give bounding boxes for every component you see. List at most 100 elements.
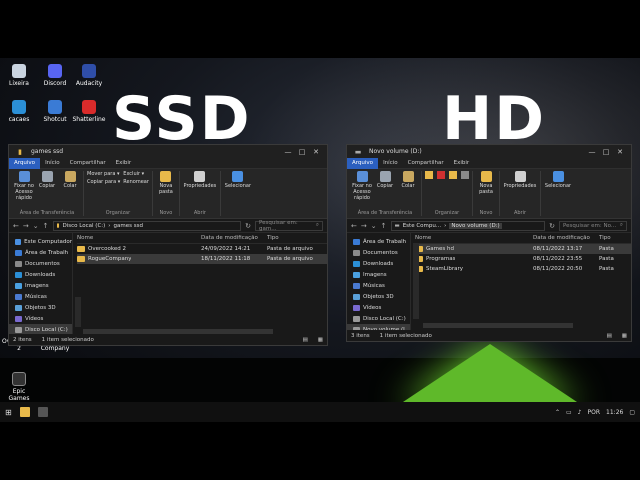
address-bar[interactable]: ▬ Este Compu... › Novo volume (D:) (390, 220, 546, 231)
nav-item-videos[interactable]: Vídeos (9, 313, 72, 324)
rename-button[interactable]: Renomear (123, 179, 149, 185)
column-date[interactable]: Data de modificação (201, 235, 267, 241)
properties-button[interactable]: Propriedades (503, 171, 537, 189)
file-explorer-icon[interactable] (19, 407, 30, 417)
copy-to-icon[interactable] (449, 171, 457, 179)
minimize-button[interactable]: — (585, 148, 599, 156)
desktop-icon-shotcut[interactable]: Shotcut (38, 100, 72, 123)
tab-exibir[interactable]: Exibir (111, 158, 137, 169)
large-icons-view-icon[interactable]: ▦ (318, 337, 323, 343)
clock[interactable]: 11:26 (606, 409, 623, 416)
nav-item-este-computador[interactable]: Este Computador (9, 236, 72, 247)
notifications-icon[interactable]: ▢ (629, 409, 635, 416)
pin-button[interactable]: Fixar no Acesso rápido (14, 171, 34, 201)
nav-item-disco-local[interactable]: Disco Local (C:) (347, 313, 410, 324)
chevron-down-icon[interactable]: ⌄ (33, 222, 39, 230)
column-type[interactable]: Tipo (267, 235, 313, 241)
close-button[interactable]: ✕ (613, 148, 627, 156)
nav-item-downloads[interactable]: Downloads (347, 258, 410, 269)
up-arrow-icon[interactable]: ↑ (43, 222, 49, 230)
minimize-button[interactable]: — (281, 148, 295, 156)
network-icon[interactable]: ▭ (566, 409, 572, 416)
tab-arquivo[interactable]: Arquivo (9, 157, 41, 169)
tab-inicio[interactable]: Início (40, 158, 65, 169)
nav-scrollbar[interactable] (413, 243, 419, 319)
copy-to-button[interactable]: Copiar para ▾ (87, 179, 120, 185)
back-arrow-icon[interactable]: ← (351, 222, 357, 230)
delete-button[interactable]: Excluir ▾ (123, 171, 149, 177)
nav-item-musicas[interactable]: Músicas (9, 291, 72, 302)
select-button[interactable]: Selecionar (224, 171, 252, 189)
new-folder-button[interactable]: Nova pasta (476, 171, 496, 195)
file-row[interactable]: RogueCompany 18/11/2022 11:18 Pasta de a… (77, 254, 327, 264)
breadcrumb-computer[interactable]: Este Compu... (403, 223, 441, 229)
maximize-button[interactable]: □ (295, 148, 309, 156)
nav-item-objetos-3d[interactable]: Objetos 3D (9, 302, 72, 313)
tab-compartilhar[interactable]: Compartilhar (403, 158, 449, 169)
search-input[interactable]: Pesquisar em: No... ⌕ (559, 220, 627, 231)
tab-inicio[interactable]: Início (378, 158, 403, 169)
tab-arquivo[interactable]: Arquivo (347, 157, 379, 169)
desktop-icon-recycle-bin[interactable]: Lixeira (2, 64, 36, 87)
file-row[interactable]: Programas 08/11/2022 23:55 Pasta (415, 254, 631, 264)
column-type[interactable]: Tipo (599, 235, 619, 241)
refresh-icon[interactable]: ↻ (245, 222, 251, 230)
up-arrow-icon[interactable]: ↑ (381, 222, 387, 230)
nav-item-area-de-trabalho[interactable]: Área de Trabalh (347, 236, 410, 247)
nav-scrollbar[interactable] (75, 297, 81, 327)
breadcrumb-folder[interactable]: games ssd (114, 223, 143, 229)
rename-icon[interactable] (461, 171, 469, 179)
move-to-icon[interactable] (425, 171, 433, 179)
nav-item-documentos[interactable]: Documentos (9, 258, 72, 269)
close-button[interactable]: ✕ (309, 148, 323, 156)
file-row[interactable]: Overcooked 2 24/09/2022 14:21 Pasta de a… (77, 244, 327, 254)
search-input[interactable]: Pesquisar em: gam... ⌕ (255, 220, 323, 232)
address-bar[interactable]: ▮ Disco Local (C:) › games ssd (52, 220, 242, 231)
pin-button[interactable]: Fixar no Acesso rápido (352, 171, 372, 201)
forward-arrow-icon[interactable]: → (23, 222, 29, 230)
large-icons-view-icon[interactable]: ▦ (622, 333, 627, 339)
paste-button[interactable]: Colar (60, 171, 80, 189)
language-indicator[interactable]: POR (588, 409, 601, 416)
column-date[interactable]: Data de modificação (533, 235, 599, 241)
new-folder-button[interactable]: Nova pasta (156, 171, 176, 195)
nav-item-videos[interactable]: Vídeos (347, 302, 410, 313)
forward-arrow-icon[interactable]: → (361, 222, 367, 230)
nav-item-downloads[interactable]: Downloads (9, 269, 72, 280)
delete-icon[interactable] (437, 171, 445, 179)
tab-exibir[interactable]: Exibir (449, 158, 475, 169)
details-view-icon[interactable]: ▤ (607, 333, 612, 339)
desktop-icon-audacity[interactable]: Audacity (72, 64, 106, 87)
copy-button[interactable]: Copiar (375, 171, 395, 189)
desktop-icon-discord[interactable]: Discord (38, 64, 72, 87)
move-to-button[interactable]: Mover para ▾ (87, 171, 120, 177)
nav-item-imagens[interactable]: Imagens (9, 280, 72, 291)
select-button[interactable]: Selecionar (544, 171, 572, 189)
nav-item-area-de-trabalho[interactable]: Área de Trabalh (9, 247, 72, 258)
properties-button[interactable]: Propriedades (183, 171, 217, 189)
nav-item-objetos-3d[interactable]: Objetos 3D (347, 291, 410, 302)
column-name[interactable]: Nome (77, 235, 201, 241)
file-row[interactable]: Games hd 08/11/2022 13:17 Pasta (415, 244, 631, 254)
nav-item-imagens[interactable]: Imagens (347, 269, 410, 280)
taskbar-app-icon[interactable] (37, 407, 48, 417)
desktop-icon-shatterline[interactable]: Shatterline (72, 100, 106, 123)
nav-item-documentos[interactable]: Documentos (347, 247, 410, 258)
volume-icon[interactable]: ♪ (578, 409, 582, 416)
desktop-icon-cacaes[interactable]: cacaes (2, 100, 36, 123)
column-name[interactable]: Nome (415, 235, 533, 241)
paste-button[interactable]: Colar (398, 171, 418, 189)
start-windows-icon[interactable]: ⊞ (5, 408, 12, 417)
breadcrumb-volume[interactable]: Novo volume (D:) (449, 222, 502, 229)
back-arrow-icon[interactable]: ← (13, 222, 19, 230)
horizontal-scrollbar[interactable] (423, 323, 573, 328)
file-row[interactable]: SteamLibrary 08/11/2022 20:50 Pasta (415, 264, 631, 274)
chevron-up-icon[interactable]: ⌃ (555, 409, 560, 416)
copy-button[interactable]: Copiar (37, 171, 57, 189)
refresh-icon[interactable]: ↻ (549, 222, 555, 230)
breadcrumb-drive[interactable]: Disco Local (C:) (63, 223, 106, 229)
details-view-icon[interactable]: ▤ (303, 337, 308, 343)
nav-item-musicas[interactable]: Músicas (347, 280, 410, 291)
maximize-button[interactable]: □ (599, 148, 613, 156)
chevron-down-icon[interactable]: ⌄ (371, 222, 377, 230)
